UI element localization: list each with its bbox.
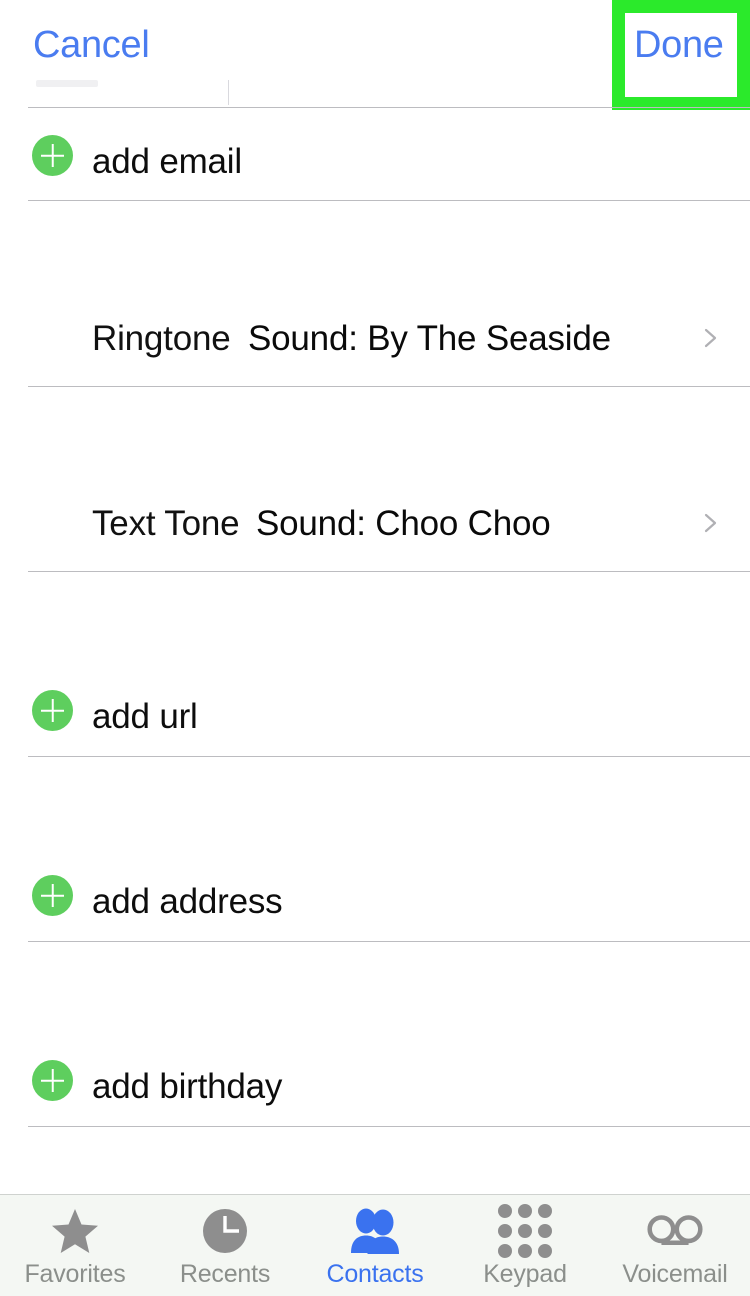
- add-email-label: add email: [92, 144, 242, 179]
- ringtone-row[interactable]: Ringtone Sound: By The Seaside: [0, 300, 750, 380]
- cancel-button[interactable]: Cancel: [33, 26, 150, 64]
- keypad-icon: [497, 1205, 553, 1257]
- people-icon: [347, 1205, 403, 1257]
- tab-voicemail[interactable]: Voicemail: [600, 1195, 750, 1296]
- add-address-label: add address: [92, 884, 282, 919]
- add-birthday-label: add birthday: [92, 1069, 282, 1104]
- tab-contacts[interactable]: Contacts: [300, 1195, 450, 1296]
- row-separator: [28, 571, 750, 572]
- add-url-row[interactable]: add url: [0, 677, 750, 743]
- tab-label-favorites: Favorites: [24, 1262, 125, 1287]
- tab-bar: Favorites Recents: [0, 1194, 750, 1296]
- field-label-ghost: [36, 80, 98, 87]
- add-address-row[interactable]: add address: [0, 862, 750, 928]
- star-icon: [47, 1205, 103, 1257]
- text-tone-label: Text Tone: [92, 506, 239, 541]
- row-separator: [28, 941, 750, 942]
- clock-icon: [197, 1205, 253, 1257]
- add-email-row[interactable]: add email: [0, 122, 750, 188]
- add-url-label: add url: [92, 699, 198, 734]
- row-separator: [28, 200, 750, 201]
- ringtone-value: Sound: By The Seaside: [248, 321, 611, 356]
- text-tone-value: Sound: Choo Choo: [256, 506, 551, 541]
- scrolled-field-remnant: [0, 78, 750, 108]
- text-tone-row[interactable]: Text Tone Sound: Choo Choo: [0, 485, 750, 565]
- tab-favorites[interactable]: Favorites: [0, 1195, 150, 1296]
- tab-label-voicemail: Voicemail: [622, 1262, 727, 1287]
- row-separator: [28, 1126, 750, 1127]
- plus-icon: [32, 875, 73, 916]
- chevron-right-icon: [700, 327, 722, 349]
- plus-icon: [32, 690, 73, 731]
- chevron-right-icon: [700, 512, 722, 534]
- add-birthday-row[interactable]: add birthday: [0, 1047, 750, 1113]
- contact-edit-screen: Cancel Done add email Ringtone Sound: By…: [0, 0, 750, 1296]
- plus-icon: [32, 1060, 73, 1101]
- row-separator: [28, 107, 750, 108]
- done-button[interactable]: Done: [634, 26, 724, 64]
- tab-label-contacts: Contacts: [326, 1262, 423, 1287]
- row-separator: [28, 756, 750, 757]
- field-divider-tick: [228, 80, 229, 105]
- voicemail-icon: [647, 1205, 703, 1257]
- tab-label-recents: Recents: [180, 1262, 270, 1287]
- row-separator: [28, 386, 750, 387]
- tab-keypad[interactable]: Keypad: [450, 1195, 600, 1296]
- plus-icon: [32, 135, 73, 176]
- tab-recents[interactable]: Recents: [150, 1195, 300, 1296]
- tab-label-keypad: Keypad: [483, 1262, 567, 1287]
- ringtone-label: Ringtone: [92, 321, 231, 356]
